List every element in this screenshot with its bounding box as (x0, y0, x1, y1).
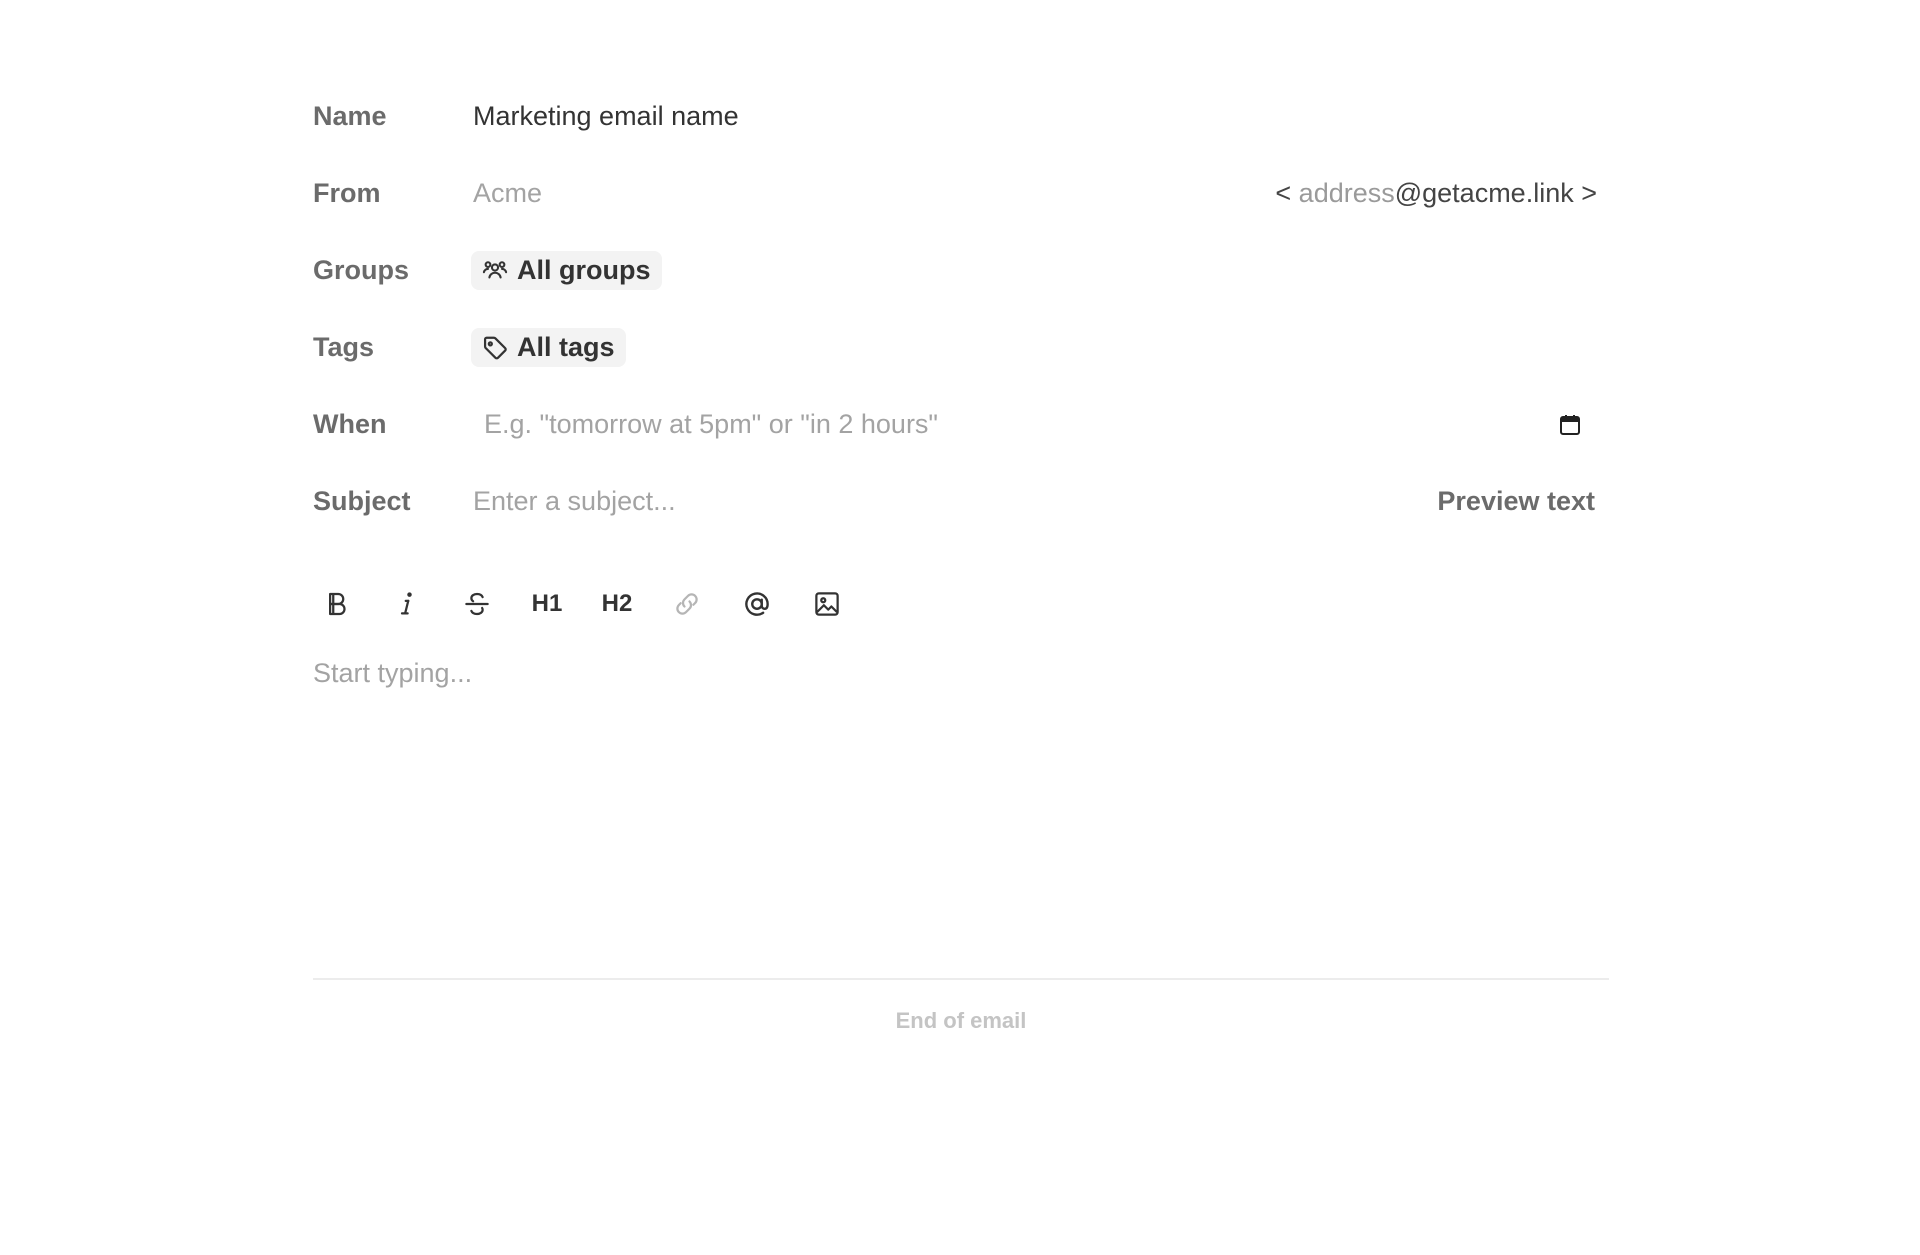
address-domain: @getacme.link (1394, 178, 1574, 208)
from-label: From (313, 178, 381, 208)
subject-input[interactable] (473, 486, 1438, 517)
strikethrough-icon (465, 592, 489, 616)
strikethrough-button[interactable] (447, 578, 507, 630)
mention-icon (745, 592, 769, 616)
from-row: From < address@getacme.link > (313, 155, 1609, 232)
subject-row: Subject Preview text (313, 463, 1609, 540)
bold-icon (329, 592, 346, 616)
calendar-button[interactable] (1555, 410, 1585, 440)
when-row: When (313, 386, 1609, 463)
tags-label: Tags (313, 332, 375, 362)
name-label: Name (313, 101, 387, 131)
email-body-editor[interactable]: Start typing... (313, 658, 1609, 978)
tag-icon (483, 336, 507, 359)
name-value-wrap: Marketing email name (473, 101, 1609, 132)
italic-icon (400, 592, 412, 615)
mention-button[interactable] (727, 578, 787, 630)
link-icon (676, 593, 698, 615)
tags-chip-label: All tags (517, 332, 615, 362)
groups-chip-label: All groups (517, 255, 651, 285)
heading-2-button[interactable]: H2 (587, 578, 647, 630)
sender-address[interactable]: < address@getacme.link > (1275, 178, 1597, 209)
groups-chip[interactable]: All groups (471, 251, 662, 290)
address-close: > (1573, 178, 1597, 208)
when-label: When (313, 409, 387, 439)
groups-label: Groups (313, 255, 410, 285)
name-value[interactable]: Marketing email name (473, 101, 739, 132)
heading-1-button[interactable]: H1 (517, 578, 577, 630)
address-open: < (1275, 178, 1299, 208)
tags-row: Tags All tags (313, 309, 1609, 386)
preview-text-button[interactable]: Preview text (1437, 486, 1595, 517)
image-button[interactable] (797, 578, 857, 630)
groups-value-wrap: All groups (471, 251, 1609, 290)
tags-chip[interactable]: All tags (471, 328, 626, 367)
end-divider (313, 978, 1609, 980)
italic-button[interactable] (377, 578, 437, 630)
image-icon (815, 592, 839, 616)
email-composer: Name Marketing email name From < address… (313, 78, 1609, 1034)
from-value-wrap: < address@getacme.link > (473, 178, 1609, 209)
subject-label: Subject (313, 486, 411, 516)
groups-row: Groups All groups (313, 232, 1609, 309)
address-local-part[interactable]: address (1299, 178, 1395, 208)
name-row: Name Marketing email name (313, 78, 1609, 155)
tags-value-wrap: All tags (471, 328, 1609, 367)
calendar-icon (1560, 414, 1580, 435)
users-icon (482, 260, 508, 278)
when-input[interactable] (473, 409, 1555, 440)
subject-value-wrap: Preview text (473, 486, 1609, 517)
formatting-toolbar: H1 H2 (307, 578, 1609, 630)
bold-button[interactable] (307, 578, 367, 630)
from-name-input[interactable] (473, 178, 1276, 209)
when-value-wrap (473, 409, 1609, 440)
end-of-email-label: End of email (895, 1008, 1027, 1033)
link-button[interactable] (657, 578, 717, 630)
